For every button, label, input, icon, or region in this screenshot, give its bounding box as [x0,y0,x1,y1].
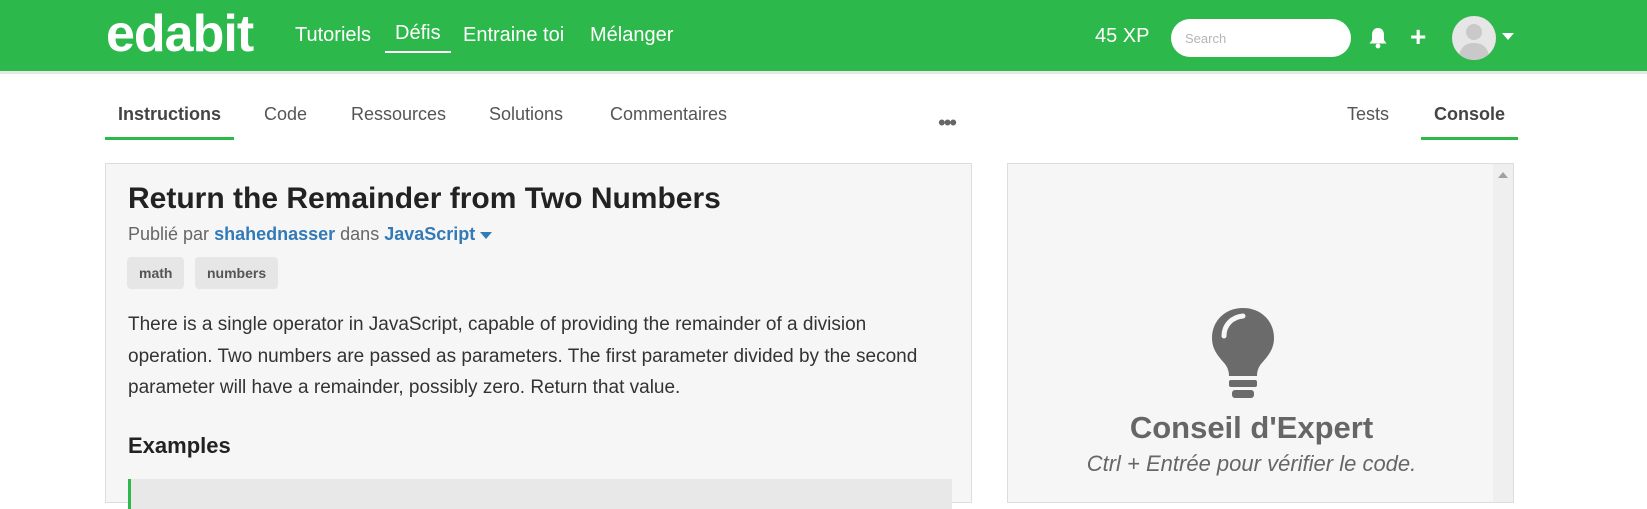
byline: Publié par shahednasser dans JavaScript [128,224,493,245]
tip-text: Ctrl + Entrée pour vérifier le code. [1086,451,1417,476]
tab-solutions[interactable]: Solutions [476,104,576,137]
instructions-panel: Return the Remainder from Two Numbers Pu… [105,163,972,509]
avatar[interactable] [1452,16,1496,60]
console-scrollbar[interactable] [1493,164,1513,502]
author-link[interactable]: shahednasser [214,224,335,244]
nav-link-entraine-toi[interactable]: Entraine toi [463,24,564,47]
tab-code[interactable]: Code [251,104,320,137]
bell-icon[interactable] [1368,27,1388,49]
tab-tests[interactable]: Tests [1334,104,1402,137]
lightbulb-icon [1212,308,1274,398]
more-options-icon[interactable]: ••• [938,110,957,136]
examples-heading: Examples [128,433,231,458]
scroll-up-icon[interactable] [1498,172,1508,178]
challenge-title: Return the Remainder from Two Numbers [128,182,721,215]
nav-link-melanger[interactable]: Mélanger [590,24,673,47]
edabit-logo[interactable]: edabit [106,4,254,64]
language-caret-icon[interactable] [480,231,493,239]
nav-link-defis[interactable]: Défis [385,22,451,53]
language-link[interactable]: JavaScript [384,224,475,244]
xp-counter: 45 XP [1095,25,1150,47]
tip-title: Conseil d'Expert [1129,410,1374,445]
tab-ressources[interactable]: Ressources [338,104,459,137]
user-silhouette-icon [1458,24,1490,60]
tag-math[interactable]: math [127,257,185,289]
tab-commentaires[interactable]: Commentaires [597,104,740,137]
nav-link-tutoriels[interactable]: Tutoriels [295,24,371,47]
search-input[interactable] [1171,19,1351,57]
tag-numbers[interactable]: numbers [195,257,279,289]
published-prefix: Publié par [128,224,210,244]
in-word: dans [340,224,380,244]
tab-instructions[interactable]: Instructions [105,104,235,140]
chevron-down-icon[interactable] [1502,33,1514,40]
challenge-description: There is a single operator in JavaScript… [128,314,918,398]
example-code-block [128,479,952,509]
plus-icon[interactable]: + [1410,23,1426,51]
console-panel: Conseil d'Expert Ctrl + Entrée pour véri… [1007,163,1514,503]
top-navbar: edabit Tutoriels Défis Entraine toi Méla… [0,0,1647,74]
tab-console[interactable]: Console [1421,104,1519,140]
